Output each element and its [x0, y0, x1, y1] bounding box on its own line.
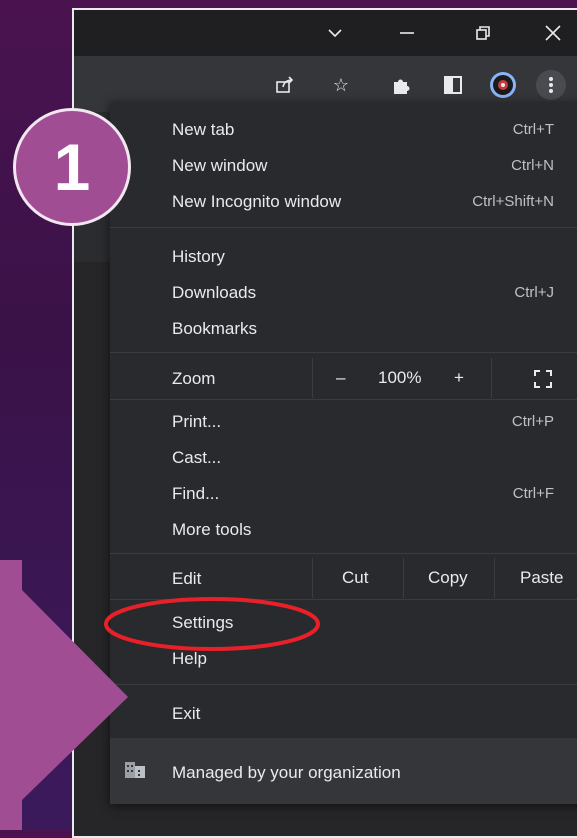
- managed-by-org-bar[interactable]: Managed by your organization: [110, 738, 577, 804]
- paste-button[interactable]: Paste: [520, 568, 563, 588]
- menu-item-downloads[interactable]: Downloads Ctrl+J: [110, 275, 577, 311]
- menu-divider: [110, 352, 577, 353]
- menu-item-cast[interactable]: Cast...: [110, 440, 577, 476]
- menu-item-new-tab[interactable]: New tab Ctrl+T: [110, 112, 577, 148]
- menu-item-label: New tab: [172, 120, 235, 139]
- title-bar: [74, 10, 577, 56]
- menu-divider: [110, 227, 577, 228]
- managed-label: Managed by your organization: [172, 763, 401, 782]
- cut-button[interactable]: Cut: [342, 568, 368, 588]
- restore-icon[interactable]: [460, 10, 506, 56]
- menu-kebab-icon[interactable]: [536, 70, 566, 100]
- profile-avatar-icon[interactable]: [488, 70, 518, 100]
- close-icon[interactable]: [530, 10, 576, 56]
- zoom-in-button[interactable]: +: [454, 368, 464, 388]
- menu-item-bookmarks[interactable]: Bookmarks: [110, 311, 577, 347]
- menu-item-label: Find...: [172, 484, 220, 503]
- menu-item-label: Exit: [172, 704, 201, 723]
- zoom-level: 100%: [378, 368, 422, 387]
- menu-divider: [110, 684, 577, 685]
- menu-item-label: History: [172, 247, 225, 266]
- menu-item-new-window[interactable]: New window Ctrl+N: [110, 148, 577, 184]
- menu-item-more-tools[interactable]: More tools: [110, 512, 577, 548]
- menu-item-shortcut: Ctrl+N: [511, 157, 554, 174]
- extensions-puzzle-icon[interactable]: [386, 70, 416, 100]
- menu-item-label: Cast...: [172, 448, 222, 467]
- minimize-icon[interactable]: [384, 10, 430, 56]
- menu-item-label: Bookmarks: [172, 319, 258, 338]
- menu-item-label: Print...: [172, 412, 222, 431]
- menu-item-history[interactable]: History: [110, 239, 577, 275]
- zoom-out-button[interactable]: –: [336, 368, 345, 388]
- menu-item-label: Downloads: [172, 283, 257, 302]
- bookmark-star-icon[interactable]: ☆: [326, 70, 356, 100]
- menu-item-find[interactable]: Find... Ctrl+F: [110, 476, 577, 512]
- menu-item-shortcut: Ctrl+P: [511, 413, 554, 430]
- menu-item-label: New window: [172, 156, 268, 175]
- menu-divider: [110, 553, 577, 554]
- menu-divider: [110, 399, 577, 400]
- side-panel-icon[interactable]: [438, 70, 468, 100]
- menu-item-label: More tools: [172, 520, 252, 539]
- fullscreen-icon[interactable]: [534, 370, 552, 393]
- menu-item-label: Edit: [172, 569, 202, 588]
- chrome-main-menu: New tab Ctrl+T New window Ctrl+N New Inc…: [110, 102, 577, 804]
- share-icon[interactable]: [270, 70, 300, 100]
- menu-item-shortcut: Ctrl+Shift+N: [472, 193, 554, 210]
- menu-item-shortcut: Ctrl+T: [512, 121, 554, 138]
- copy-button[interactable]: Copy: [428, 568, 468, 588]
- menu-item-shortcut: Ctrl+F: [512, 485, 554, 502]
- pointer-arrow: [0, 560, 128, 830]
- menu-item-label: New Incognito window: [172, 192, 342, 211]
- menu-item-zoom: Zoom – 100% +: [110, 358, 577, 398]
- tab-search-icon[interactable]: [312, 10, 358, 56]
- menu-item-print[interactable]: Print... Ctrl+P: [110, 404, 577, 440]
- menu-item-new-incognito[interactable]: New Incognito window Ctrl+Shift+N: [110, 184, 577, 220]
- menu-item-label: Zoom: [172, 369, 216, 388]
- menu-item-exit[interactable]: Exit: [110, 696, 577, 732]
- menu-item-shortcut: Ctrl+J: [514, 284, 554, 301]
